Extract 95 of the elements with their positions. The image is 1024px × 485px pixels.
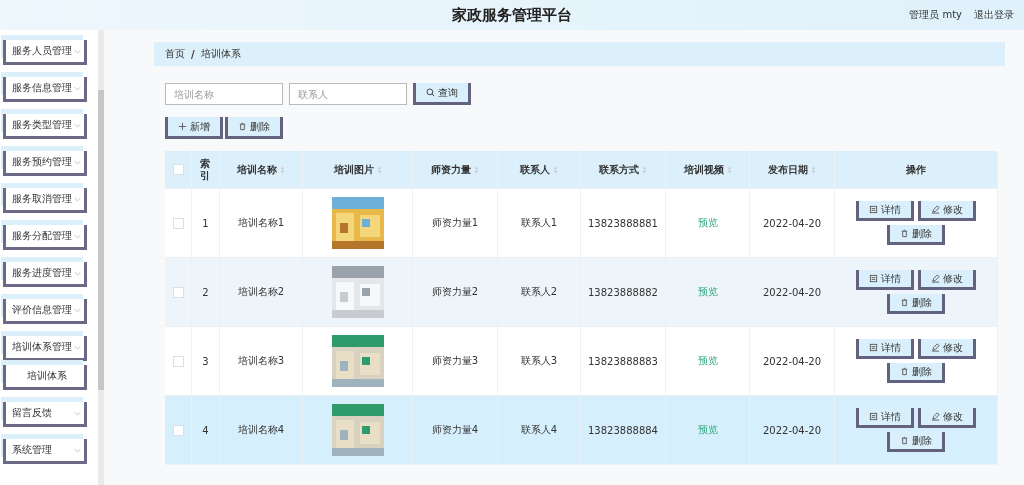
- edit-button[interactable]: 修改: [918, 408, 976, 428]
- sort-icon[interactable]: [474, 165, 479, 174]
- breadcrumb-link[interactable]: 首页: [165, 47, 185, 61]
- detail-button[interactable]: 详情: [856, 408, 914, 428]
- column-header: 操作: [906, 162, 926, 177]
- delete-button[interactable]: 删除: [887, 432, 945, 452]
- chevron-icon: [74, 270, 81, 276]
- trash-icon: [900, 436, 909, 445]
- table-cell: 联系人1: [520, 216, 558, 230]
- logout-link[interactable]: 退出登录: [974, 8, 1014, 22]
- user-label: 管理员 mty: [909, 8, 962, 22]
- chevron-icon: [74, 159, 81, 165]
- column-header[interactable]: 培训名称: [237, 162, 277, 177]
- chevron-icon: [74, 410, 81, 416]
- search-button[interactable]: 查询: [413, 83, 471, 105]
- plus-icon: [178, 122, 187, 131]
- chevron-icon: [74, 85, 81, 91]
- delete-button[interactable]: 删除: [887, 294, 945, 314]
- pencil-icon: [931, 274, 940, 283]
- detail-button[interactable]: 详情: [856, 201, 914, 221]
- edit-button[interactable]: 修改: [918, 201, 976, 221]
- edit-button[interactable]: 修改: [918, 339, 976, 359]
- document-icon: [869, 412, 878, 421]
- row-checkbox[interactable]: [172, 217, 184, 229]
- trash-icon: [900, 367, 909, 376]
- table-cell: 2022-04-20: [762, 217, 822, 229]
- sort-icon[interactable]: [376, 165, 382, 174]
- column-header[interactable]: 联系方式: [599, 162, 639, 177]
- chevron-icon: [74, 447, 81, 453]
- table-cell: 2022-04-20: [762, 286, 822, 298]
- sort-icon[interactable]: [726, 165, 732, 174]
- document-icon: [869, 343, 878, 352]
- table-cell: 师资力量3: [431, 354, 479, 368]
- table-cell: 3: [202, 355, 209, 367]
- trash-icon: [238, 122, 247, 131]
- trash-icon: [900, 229, 909, 238]
- table-cell: 13823888881: [588, 217, 658, 229]
- sort-icon[interactable]: [280, 165, 285, 174]
- chevron-icon: [74, 233, 81, 239]
- table-cell: 13823888884: [588, 424, 658, 436]
- search-field[interactable]: 培训名称: [165, 83, 283, 105]
- table-cell: 2022-04-20: [762, 355, 822, 367]
- table-cell: 培训名称1: [237, 216, 285, 230]
- table-cell: 联系人4: [520, 423, 558, 437]
- search-field[interactable]: 联系人: [289, 83, 407, 105]
- scrollbar[interactable]: [98, 90, 104, 390]
- chevron-icon: [74, 196, 81, 202]
- table-cell: 培训名称2: [237, 285, 285, 299]
- row-checkbox[interactable]: [172, 424, 184, 436]
- breadcrumb-separator: /: [191, 48, 195, 60]
- chevron-icon: [74, 307, 81, 313]
- chevron-icon: [74, 344, 81, 350]
- chevron-icon: [74, 122, 81, 128]
- sort-icon[interactable]: [642, 165, 647, 174]
- column-header: 索引: [200, 157, 211, 182]
- chevron-icon: [74, 48, 81, 54]
- table-cell: 联系人3: [520, 354, 558, 368]
- table-cell: 师资力量2: [431, 285, 479, 299]
- delete-button[interactable]: 删除: [887, 363, 945, 383]
- column-header[interactable]: 培训视频: [683, 162, 724, 177]
- sort-icon[interactable]: [811, 165, 816, 174]
- table-cell: 4: [202, 424, 209, 436]
- table-cell: 13823888882: [588, 286, 658, 298]
- column-header[interactable]: 联系人: [520, 162, 550, 177]
- search-icon: [426, 88, 435, 97]
- table-cell: 2: [202, 286, 209, 298]
- select-all-checkbox[interactable]: [172, 164, 184, 175]
- delete-button[interactable]: 删除: [887, 225, 945, 245]
- table-cell: 2022-04-20: [762, 424, 822, 436]
- add-button[interactable]: 新增: [165, 117, 223, 139]
- delete-button[interactable]: 删除: [225, 117, 283, 139]
- table-cell: 1: [202, 217, 209, 229]
- row-checkbox[interactable]: [172, 286, 184, 298]
- document-icon: [869, 274, 878, 283]
- pencil-icon: [931, 343, 940, 352]
- column-header[interactable]: 培训图片: [333, 162, 374, 177]
- app-title: 家政服务管理平台: [452, 5, 572, 25]
- pencil-icon: [931, 205, 940, 214]
- detail-button[interactable]: 详情: [856, 270, 914, 290]
- sort-icon[interactable]: [553, 165, 558, 174]
- pencil-icon: [931, 412, 940, 421]
- table-cell: 师资力量4: [431, 423, 479, 437]
- edit-button[interactable]: 修改: [918, 270, 976, 290]
- column-header[interactable]: 师资力量: [431, 162, 471, 177]
- table-cell: 13823888883: [588, 355, 658, 367]
- table-cell: 师资力量1: [431, 216, 479, 230]
- column-header[interactable]: 发布日期: [768, 162, 808, 177]
- table-cell: 联系人2: [520, 285, 558, 299]
- table-cell: 培训名称3: [237, 354, 285, 368]
- trash-icon: [900, 298, 909, 307]
- detail-button[interactable]: 详情: [856, 339, 914, 359]
- document-icon: [869, 205, 878, 214]
- row-checkbox[interactable]: [172, 355, 184, 367]
- breadcrumb-link[interactable]: 培训体系: [200, 47, 241, 61]
- table-cell: 培训名称4: [237, 423, 285, 437]
